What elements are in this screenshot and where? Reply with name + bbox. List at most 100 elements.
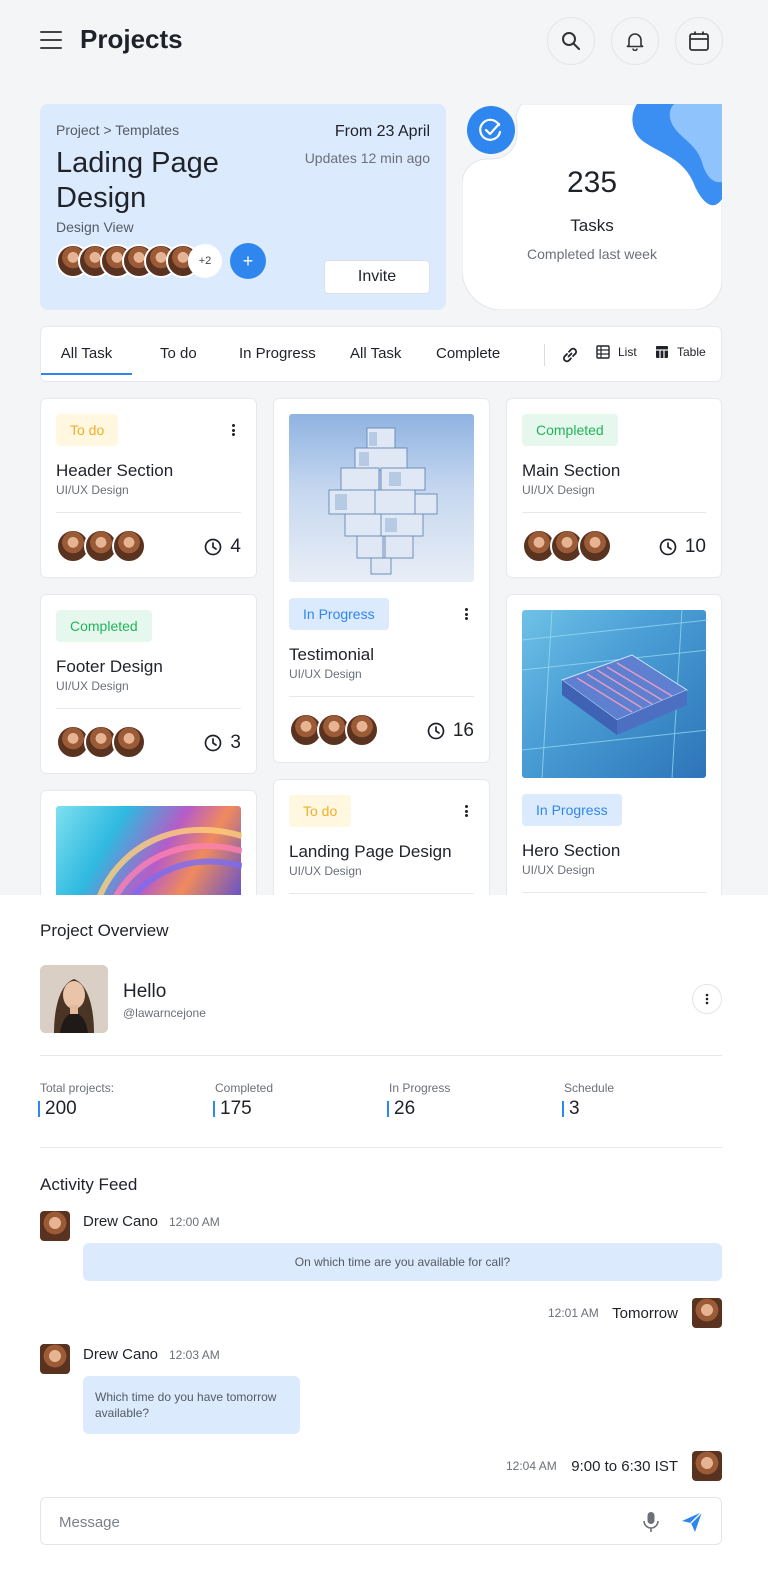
member-avatars: +2 bbox=[56, 244, 222, 278]
add-member-button[interactable]: + bbox=[230, 243, 266, 279]
status-badge: To do bbox=[289, 795, 352, 827]
tab-all-task[interactable]: All Task bbox=[41, 327, 132, 375]
metric-label: Completed bbox=[215, 1081, 274, 1095]
task-card-header-section[interactable]: To do Header Section UI/UX Design 4 bbox=[40, 398, 257, 578]
clock-icon bbox=[205, 734, 222, 752]
page-title: Projects bbox=[80, 24, 183, 54]
task-title: Main Section bbox=[522, 461, 621, 480]
project-date: From 23 April bbox=[334, 123, 430, 140]
project-updated: Updates 12 min ago bbox=[304, 150, 430, 166]
task-avatars bbox=[522, 529, 612, 563]
metric-label: In Progress bbox=[389, 1081, 451, 1095]
table-view-button[interactable]: Table bbox=[655, 345, 706, 359]
project-card: Project > Templates From 23 April Update… bbox=[40, 104, 446, 310]
activity-feed-title: Activity Feed bbox=[40, 1175, 138, 1194]
search-button[interactable] bbox=[547, 17, 595, 65]
task-title: Hero Section bbox=[522, 841, 621, 860]
task-image bbox=[56, 806, 243, 903]
avatar bbox=[40, 1344, 70, 1374]
link-icon bbox=[563, 347, 577, 363]
more-options-icon[interactable] bbox=[459, 803, 473, 819]
task-title: Testimonial bbox=[289, 645, 375, 664]
metric-in-progress: In Progress 26 bbox=[387, 1081, 451, 1118]
status-badge: In Progress bbox=[289, 598, 389, 630]
task-category: UI/UX Design bbox=[289, 864, 362, 878]
task-title: Header Section bbox=[56, 461, 174, 480]
check-badge-icon bbox=[467, 106, 515, 154]
calendar-icon bbox=[689, 31, 709, 51]
divider bbox=[522, 892, 706, 893]
tab-all-task-2[interactable]: All Task bbox=[350, 327, 401, 375]
reply-text: 9:00 to 6:30 IST bbox=[571, 1458, 678, 1475]
more-options-icon[interactable] bbox=[459, 606, 473, 622]
task-time: 4 bbox=[204, 536, 241, 558]
tab-complete[interactable]: Complete bbox=[436, 327, 500, 375]
message-time: 12:00 AM bbox=[169, 1215, 220, 1229]
reply-text: Tomorrow bbox=[612, 1305, 678, 1322]
bell-icon bbox=[626, 33, 644, 51]
task-category: UI/UX Design bbox=[289, 667, 362, 681]
top-bar: Projects bbox=[0, 0, 768, 84]
table-label: Table bbox=[677, 345, 706, 359]
status-badge: Completed bbox=[522, 414, 618, 446]
tab-in-progress[interactable]: In Progress bbox=[239, 327, 316, 375]
task-card-testimonial[interactable]: In Progress Testimonial UI/UX Design 16 bbox=[273, 398, 490, 763]
message-time: 12:01 AM bbox=[548, 1306, 599, 1320]
divider bbox=[289, 696, 474, 697]
more-options-icon[interactable] bbox=[226, 422, 240, 438]
overview-title: Project Overview bbox=[40, 921, 169, 940]
avatar bbox=[112, 725, 146, 759]
message-input[interactable] bbox=[59, 1510, 619, 1534]
task-count: 16 bbox=[452, 720, 474, 741]
list-view-button[interactable]: List bbox=[596, 345, 637, 359]
microphone-icon[interactable] bbox=[641, 1510, 661, 1539]
project-title: Lading Page Design bbox=[56, 147, 219, 214]
task-avatars bbox=[56, 529, 146, 563]
task-card-landing-page-design[interactable]: To do Landing Page Design UI/UX Design bbox=[273, 779, 490, 904]
tasks-caption: Completed last week bbox=[527, 246, 657, 262]
metric-label: Schedule bbox=[564, 1081, 615, 1095]
more-options-icon bbox=[705, 993, 709, 1005]
task-card-footer-design[interactable]: Completed Footer Design UI/UX Design 3 bbox=[40, 594, 257, 774]
metric-value: 3 bbox=[562, 1099, 614, 1118]
task-time: 3 bbox=[204, 732, 241, 754]
message-bubble: On which time are you available for call… bbox=[83, 1243, 722, 1281]
calendar-button[interactable] bbox=[675, 17, 723, 65]
link-button[interactable] bbox=[560, 345, 588, 365]
task-card-hero-section[interactable]: In Progress Hero Section UI/UX Design bbox=[506, 594, 722, 904]
task-count: 10 bbox=[684, 536, 706, 557]
task-title: Footer Design bbox=[56, 657, 163, 676]
task-category: UI/UX Design bbox=[522, 483, 595, 497]
avatar bbox=[40, 1211, 70, 1241]
breadcrumb[interactable]: Project > Templates bbox=[56, 122, 179, 138]
more-members-badge[interactable]: +2 bbox=[188, 244, 222, 278]
task-card-main-section[interactable]: Completed Main Section UI/UX Design 10 bbox=[506, 398, 722, 578]
divider bbox=[56, 708, 241, 709]
table-icon bbox=[656, 346, 668, 358]
task-title: Landing Page Design bbox=[289, 842, 452, 861]
task-category: UI/UX Design bbox=[56, 483, 129, 497]
task-card-image[interactable] bbox=[40, 790, 257, 904]
avatar bbox=[692, 1298, 722, 1328]
divider bbox=[522, 512, 706, 513]
notifications-button[interactable] bbox=[611, 17, 659, 65]
divider bbox=[40, 1055, 722, 1056]
task-image bbox=[289, 414, 474, 582]
tab-to-do[interactable]: To do bbox=[160, 327, 197, 375]
list-label: List bbox=[618, 345, 637, 359]
profile-options-button[interactable] bbox=[692, 984, 722, 1014]
avatar bbox=[692, 1451, 722, 1481]
task-time: 10 bbox=[659, 536, 706, 558]
clock-icon bbox=[427, 722, 445, 740]
message-bubble: Which time do you have tomorrow availabl… bbox=[83, 1376, 300, 1434]
menu-icon[interactable] bbox=[40, 29, 62, 51]
status-badge: In Progress bbox=[522, 794, 622, 826]
tasks-stat-card: 235 Tasks Completed last week bbox=[462, 104, 722, 310]
status-badge: To do bbox=[56, 414, 119, 446]
metric-value: 175 bbox=[213, 1099, 273, 1118]
task-time: 16 bbox=[427, 720, 474, 742]
tasks-count: 235 bbox=[566, 166, 618, 199]
project-overview-panel: Project Overview Hello @lawarncejone Tot… bbox=[0, 895, 768, 1581]
send-icon[interactable] bbox=[679, 1509, 705, 1540]
invite-button[interactable]: Invite bbox=[324, 260, 430, 294]
